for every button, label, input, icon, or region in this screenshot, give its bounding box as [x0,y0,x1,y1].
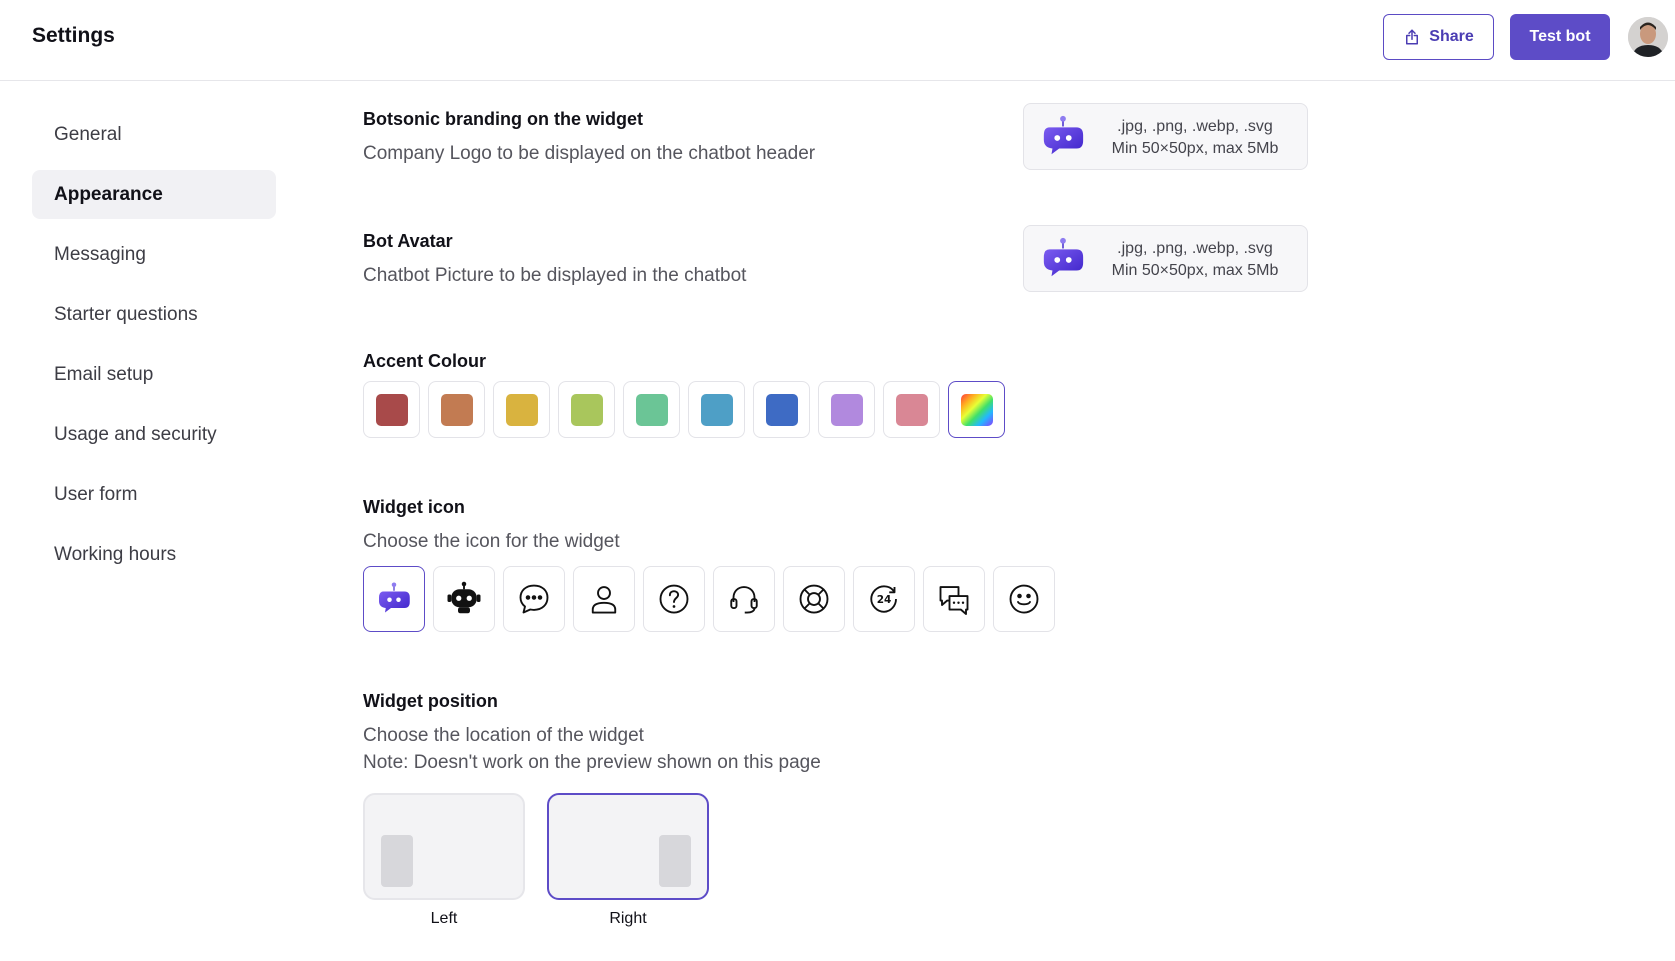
accent-colour-swatch [376,394,408,426]
bot-avatar-title: Bot Avatar [363,231,453,251]
share-icon [1406,29,1419,45]
accent-colour-swatch [701,394,733,426]
page-title: Settings [32,24,115,47]
accent-colour-option[interactable] [753,381,810,438]
user-avatar-image [1628,17,1668,57]
24-hours-icon: 24 [870,585,897,613]
widget-icon-description: Choose the icon for the widget [363,531,620,552]
avatar[interactable] [1628,17,1668,57]
accent-colour-option[interactable] [363,381,420,438]
accent-colour-swatch [571,394,603,426]
sidebar-item-user-form[interactable]: User form [32,470,276,519]
accent-colour-swatch [961,394,993,426]
accent-colour-option[interactable] [818,381,875,438]
test-bot-button[interactable]: Test bot [1510,14,1610,60]
widget-icon-option-24-hours[interactable]: 24 [853,566,915,632]
accent-colour-option[interactable] [948,381,1005,438]
accent-colour-swatch [896,394,928,426]
widget-position-right-label: Right [609,910,647,927]
headset-icon [730,586,758,614]
widget-position-left-label: Left [430,910,458,927]
user-icon [591,586,617,614]
sidebar-item-messaging[interactable]: Messaging [32,230,276,279]
share-button[interactable]: Share [1383,14,1494,60]
widget-icon-option-user[interactable] [573,566,635,632]
chat-bubble-icon [519,584,549,614]
accent-colour-option[interactable] [883,381,940,438]
accent-colour-swatch [636,394,668,426]
accent-colour-swatch [441,394,473,426]
widget-position-right-option[interactable] [547,793,709,900]
chat-conversation-icon [939,586,969,615]
accent-colour-option[interactable] [428,381,485,438]
widget-position-title: Widget position [363,691,498,711]
widget-icon-option-lifebuoy[interactable] [783,566,845,632]
widget-position-left-marker [381,835,413,887]
sidebar-item-appearance[interactable]: Appearance [32,170,276,219]
bot-avatar-upload-formats: .jpg, .png, .webp, .svg [1117,240,1273,257]
sidebar-item-email-setup[interactable]: Email setup [32,350,276,399]
bot-avatar-upload-limits: Min 50×50px, max 5Mb [1111,262,1279,279]
accent-colour-title: Accent Colour [363,351,487,371]
share-button-label: Share [1429,28,1474,45]
branding-upload-formats: .jpg, .png, .webp, .svg [1117,118,1273,135]
accent-colour-option[interactable] [493,381,550,438]
widget-position-note: Note: Doesn't work on the preview shown … [363,752,821,773]
branding-description: Company Logo to be displayed on the chat… [363,143,816,164]
svg-text:24: 24 [877,594,892,606]
sidebar-item-usage-and-security[interactable]: Usage and security [32,410,276,459]
bot-avatar-upload[interactable]: .jpg, .png, .webp, .svg Min 50×50px, max… [1023,225,1308,292]
botsonic-bot-icon [1043,115,1084,155]
widget-icon-option-robot[interactable] [433,566,495,632]
widget-icon-option-question[interactable] [643,566,705,632]
widget-position-right-marker [659,835,691,887]
lifebuoy-icon [799,584,829,614]
accent-colour-option[interactable] [558,381,615,438]
sidebar-item-working-hours[interactable]: Working hours [32,530,276,579]
widget-icon-option-headset[interactable] [713,566,775,632]
accent-colour-swatch [831,394,863,426]
sidebar-item-starter-questions[interactable]: Starter questions [32,290,276,339]
branding-logo-upload[interactable]: .jpg, .png, .webp, .svg Min 50×50px, max… [1023,103,1308,170]
top-bar: Settings Share Test bot [0,0,1675,81]
accent-colour-swatch [506,394,538,426]
botsonic-bot-icon [1043,237,1084,277]
smiley-icon [1009,584,1039,614]
robot-icon [447,581,481,614]
widget-icon-option-chat-conversation[interactable] [923,566,985,632]
branding-title: Botsonic branding on the widget [363,109,643,129]
question-icon [659,584,689,614]
accent-colour-swatch [766,394,798,426]
widget-icon-option-botsonic[interactable] [363,566,425,632]
accent-colour-option[interactable] [623,381,680,438]
widget-icon-option-chat-bubble[interactable] [503,566,565,632]
settings-sidebar: General Appearance Messaging Starter que… [32,110,276,590]
accent-colour-option[interactable] [688,381,745,438]
branding-upload-limits: Min 50×50px, max 5Mb [1111,140,1279,157]
widget-icon-title: Widget icon [363,497,465,517]
sidebar-item-general[interactable]: General [32,110,276,159]
widget-position-description: Choose the location of the widget [363,725,644,746]
bot-avatar-description: Chatbot Picture to be displayed in the c… [363,265,747,286]
widget-icon-option-smiley[interactable] [993,566,1055,632]
botsonic-bot-icon [379,582,410,613]
widget-position-left-option[interactable] [363,793,525,900]
